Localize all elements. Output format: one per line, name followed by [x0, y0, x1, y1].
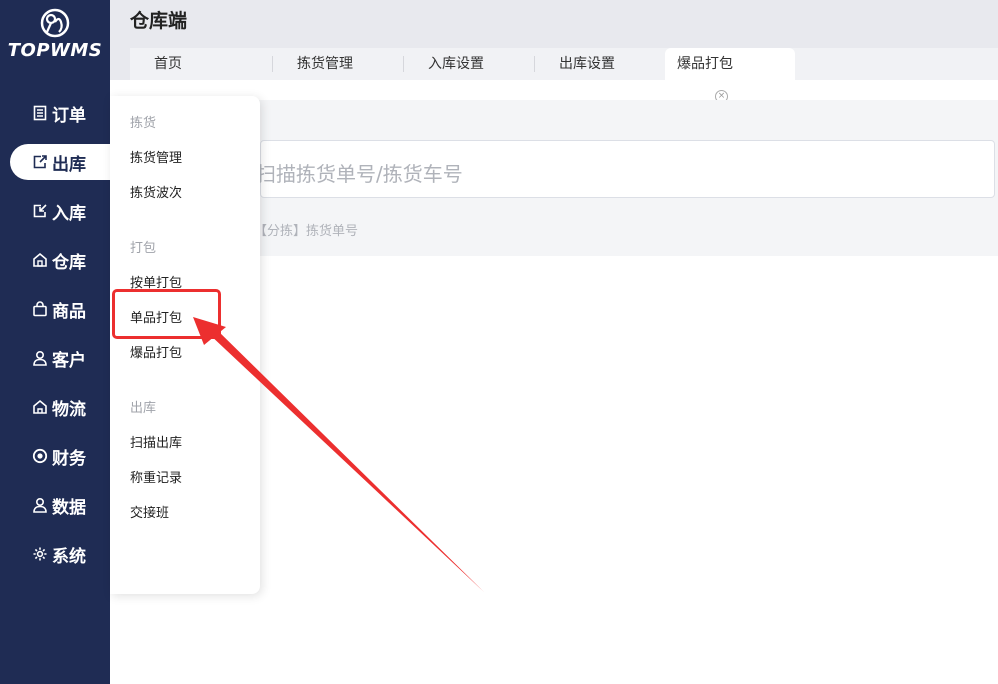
nav-label: 订单 [52, 105, 86, 126]
tab-picking-management[interactable]: 拣货管理 [273, 48, 377, 80]
gear-icon [33, 547, 47, 561]
outbound-dropdown-menu: 拣货 拣货管理 拣货波次 打包 按单打包 单品打包 爆品打包 出库 扫描出库 称… [110, 96, 260, 594]
nav-label: 客户 [52, 350, 86, 371]
user-icon [33, 350, 47, 366]
nav-item-orders[interactable]: 订单 [10, 95, 110, 131]
nav-label: 出库 [52, 154, 86, 175]
document-icon [33, 105, 47, 121]
finance-icon [32, 448, 48, 464]
menu-item-picking-wave[interactable]: 拣货波次 [130, 182, 182, 201]
sidebar: TOPWMS 订单 出库 入库 仓库 商品 客户 物流 财务 数据 系统 [0, 0, 110, 684]
logo-icon [40, 8, 70, 38]
tab-hot-item-packing[interactable]: 爆品打包× [665, 48, 795, 103]
menu-item-scan-outbound[interactable]: 扫描出库 [130, 432, 182, 451]
menu-group-picking: 拣货 [130, 116, 157, 131]
nav-label: 商品 [52, 301, 86, 322]
nav-item-finance[interactable]: 财务 [10, 438, 110, 474]
nav-label: 数据 [52, 497, 86, 518]
menu-item-hot-item-packing[interactable]: 爆品打包 [130, 342, 182, 361]
data-icon [33, 497, 47, 513]
nav-label: 系统 [52, 546, 86, 567]
nav-label: 入库 [52, 203, 86, 224]
menu-group-packing: 打包 [130, 241, 157, 256]
import-icon [33, 204, 47, 218]
logo: TOPWMS [0, 8, 110, 61]
nav-item-data[interactable]: 数据 [10, 487, 110, 523]
logo-text: TOPWMS [7, 40, 103, 61]
nav-item-system[interactable]: 系统 [10, 536, 110, 572]
topbar: 仓库端 首页 拣货管理 入库设置 出库设置 爆品打包× [110, 0, 998, 103]
nav-item-outbound[interactable]: 出库 [10, 144, 110, 180]
menu-group-outbound: 出库 [130, 401, 157, 416]
highlight-box [112, 289, 221, 339]
nav-item-inbound[interactable]: 入库 [10, 193, 110, 229]
nav-label: 仓库 [52, 252, 86, 273]
page-title: 仓库端 [130, 10, 188, 32]
nav-item-logistics[interactable]: 物流 [10, 389, 110, 425]
bag-icon [33, 301, 47, 317]
scan-hint: 【分拣】拣货单号 [254, 224, 359, 239]
logistics-icon [33, 399, 47, 414]
export-icon [33, 155, 47, 169]
nav-label: 物流 [52, 399, 86, 420]
tab-inbound-settings[interactable]: 入库设置 [404, 48, 508, 80]
menu-item-shift-handover[interactable]: 交接班 [130, 502, 169, 521]
tab-bar: 首页 拣货管理 入库设置 出库设置 爆品打包× [130, 48, 998, 103]
nav-item-products[interactable]: 商品 [10, 291, 110, 327]
nav-item-warehouse[interactable]: 仓库 [10, 242, 110, 278]
tab-home[interactable]: 首页 [130, 48, 206, 80]
nav-item-customers[interactable]: 客户 [10, 340, 110, 376]
menu-item-weighing-records[interactable]: 称重记录 [130, 467, 182, 486]
scan-input-placeholder: 扫描拣货单号/拣货车号 [256, 162, 463, 186]
nav-label: 财务 [52, 448, 86, 469]
tab-label: 爆品打包 [677, 56, 733, 72]
menu-item-picking-management[interactable]: 拣货管理 [130, 147, 182, 166]
tab-outbound-settings[interactable]: 出库设置 [535, 48, 639, 80]
warehouse-icon [33, 252, 47, 267]
